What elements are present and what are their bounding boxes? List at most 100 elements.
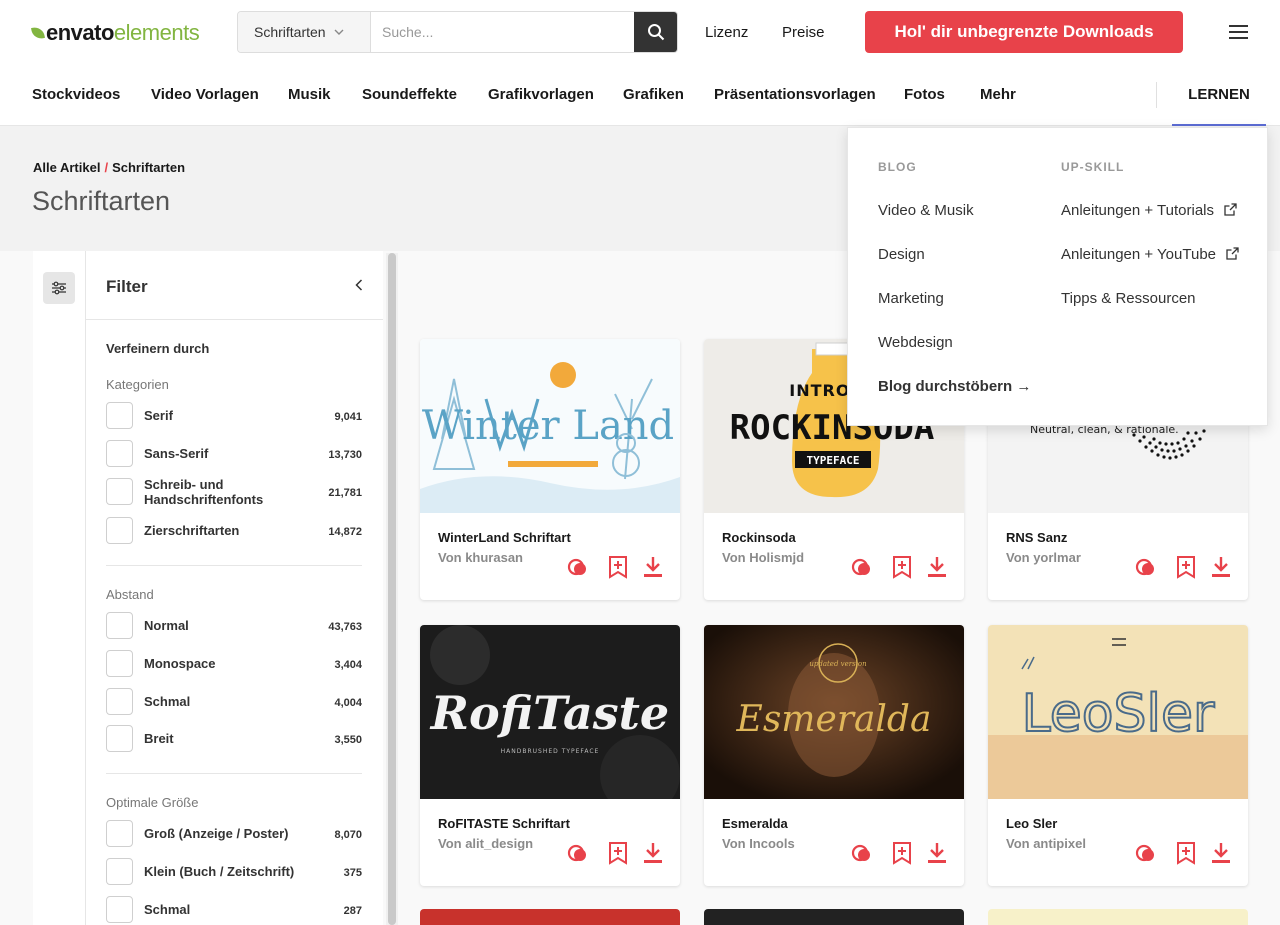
menu-item-marketing[interactable]: Marketing xyxy=(878,290,944,307)
card-author[interactable]: Von alit_design xyxy=(438,836,533,851)
search-category-select[interactable]: Schriftarten xyxy=(238,12,371,52)
unlimited-downloads-button[interactable]: Hol' dir unbegrenzte Downloads xyxy=(865,11,1183,53)
menu-icon[interactable] xyxy=(1229,25,1248,39)
nav-item-soundeffekte[interactable]: Soundeffekte xyxy=(362,86,457,103)
bookmark-add-icon[interactable] xyxy=(1174,841,1198,865)
card-title[interactable]: Rockinsoda xyxy=(722,530,796,545)
nav-item-grafikvorlagen[interactable]: Grafikvorlagen xyxy=(488,86,594,103)
item-card-leo-sler[interactable]: LeoSler Leo Sler Von antipixel xyxy=(988,625,1248,886)
envato-elements-logo[interactable]: envato elements xyxy=(31,20,200,46)
scrollbar-thumb[interactable] xyxy=(388,253,396,925)
card-author[interactable]: Von yorlmar xyxy=(1006,550,1081,565)
checkbox[interactable] xyxy=(106,478,133,505)
card-thumbnail[interactable]: RofiTaste HANDBRUSHED TYPEFACE xyxy=(420,625,680,799)
bookmark-add-icon[interactable] xyxy=(890,841,914,865)
filter-option-serif[interactable]: Serif 9,041 xyxy=(106,402,362,430)
download-icon[interactable] xyxy=(925,555,949,579)
bookmark-add-icon[interactable] xyxy=(1174,555,1198,579)
filter-option-sans-serif[interactable]: Sans-Serif 13,730 xyxy=(106,440,362,468)
filter-option-narrow-size[interactable]: Schmal 287 xyxy=(106,896,362,924)
similar-icon[interactable] xyxy=(566,841,590,865)
bookmark-add-icon[interactable] xyxy=(890,555,914,579)
breadcrumb-root-link[interactable]: Alle Artikel xyxy=(33,160,100,175)
nav-item-mehr[interactable]: Mehr xyxy=(980,86,1016,103)
card-title[interactable]: RNS Sanz xyxy=(1006,530,1067,545)
pricing-link[interactable]: Preise xyxy=(782,24,825,41)
item-card-partial[interactable] xyxy=(704,909,964,925)
similar-icon[interactable] xyxy=(850,555,874,579)
download-icon[interactable] xyxy=(641,555,665,579)
card-author[interactable]: Von antipixel xyxy=(1006,836,1086,851)
card-title[interactable]: RoFITASTE Schriftart xyxy=(438,816,570,831)
similar-icon[interactable] xyxy=(566,555,590,579)
checkbox[interactable] xyxy=(106,820,133,847)
item-card-winterland[interactable]: Winter Land WinterLand Schriftart Von kh… xyxy=(420,339,680,600)
filter-option-large[interactable]: Groß (Anzeige / Poster) 8,070 xyxy=(106,820,362,848)
checkbox[interactable] xyxy=(106,440,133,467)
item-card-partial[interactable] xyxy=(420,909,680,925)
filter-option-monospace[interactable]: Monospace 3,404 xyxy=(106,650,362,678)
nav-item-fotos[interactable]: Fotos xyxy=(904,86,945,103)
breadcrumb-current[interactable]: Schriftarten xyxy=(112,160,185,175)
item-card-esmeralda[interactable]: updated version Esmeralda Esmeralda Von … xyxy=(704,625,964,886)
menu-item-tips-resources[interactable]: Tipps & Ressourcen xyxy=(1061,290,1196,307)
checkbox[interactable] xyxy=(106,650,133,677)
download-icon[interactable] xyxy=(925,841,949,865)
similar-icon[interactable] xyxy=(1134,555,1158,579)
menu-item-webdesign[interactable]: Webdesign xyxy=(878,334,953,351)
checkbox[interactable] xyxy=(106,402,133,429)
nav-item-stockvideos[interactable]: Stockvideos xyxy=(32,86,120,103)
category-nav: Stockvideos Video Vorlagen Musik Soundef… xyxy=(0,64,1280,126)
card-author[interactable]: Von Incools xyxy=(722,836,795,851)
search-input[interactable] xyxy=(371,12,634,52)
similar-icon[interactable] xyxy=(1134,841,1158,865)
filter-option-wide[interactable]: Breit 3,550 xyxy=(106,725,362,753)
similar-icon[interactable] xyxy=(850,841,874,865)
item-card-rofitaste[interactable]: RofiTaste HANDBRUSHED TYPEFACE RoFITASTE… xyxy=(420,625,680,886)
filter-option-decorative[interactable]: Zierschriftarten 14,872 xyxy=(106,517,362,545)
card-title[interactable]: Esmeralda xyxy=(722,816,788,831)
card-thumbnail[interactable]: LeoSler xyxy=(988,625,1248,799)
filter-option-handwriting[interactable]: Schreib- und Handschriftenfonts 21,781 xyxy=(106,477,362,507)
checkbox[interactable] xyxy=(106,725,133,752)
card-author[interactable]: Von khurasan xyxy=(438,550,523,565)
filter-toggle-button[interactable] xyxy=(43,272,75,304)
filter-option-normal[interactable]: Normal 43,763 xyxy=(106,612,362,640)
filter-scrollbar[interactable] xyxy=(386,253,398,925)
filter-option-narrow[interactable]: Schmal 4,004 xyxy=(106,688,362,716)
download-icon[interactable] xyxy=(1209,841,1233,865)
menu-item-youtube[interactable]: Anleitungen + YouTube xyxy=(1061,246,1239,263)
menu-item-browse-blog[interactable]: Blog durchstöbern → xyxy=(878,378,1031,395)
nav-item-praesentationsvorlagen[interactable]: Präsentationsvorlagen xyxy=(714,86,876,103)
card-thumbnail[interactable]: updated version Esmeralda xyxy=(704,625,964,799)
license-link[interactable]: Lizenz xyxy=(705,24,748,41)
bookmark-add-icon[interactable] xyxy=(606,841,630,865)
card-thumbnail[interactable]: Winter Land xyxy=(420,339,680,513)
download-icon[interactable] xyxy=(1209,555,1233,579)
chevron-down-icon xyxy=(334,26,344,38)
filter-option-small[interactable]: Klein (Buch / Zeitschrift) 375 xyxy=(106,858,362,886)
nav-item-lernen[interactable]: LERNEN xyxy=(1172,64,1266,126)
thumbnail-art-text: RofiTaste xyxy=(429,686,669,740)
menu-item-video-musik[interactable]: Video & Musik xyxy=(878,202,974,219)
nav-item-grafiken[interactable]: Grafiken xyxy=(623,86,684,103)
checkbox[interactable] xyxy=(106,896,133,923)
card-title[interactable]: WinterLand Schriftart xyxy=(438,530,571,545)
bookmark-add-icon[interactable] xyxy=(606,555,630,579)
checkbox[interactable] xyxy=(106,858,133,885)
nav-item-video-vorlagen[interactable]: Video Vorlagen xyxy=(151,86,259,103)
checkbox[interactable] xyxy=(106,612,133,639)
menu-item-design[interactable]: Design xyxy=(878,246,925,263)
thumbnail-art-text: Winter Land xyxy=(422,403,674,449)
checkbox[interactable] xyxy=(106,688,133,715)
download-icon[interactable] xyxy=(641,841,665,865)
menu-item-tutorials[interactable]: Anleitungen + Tutorials xyxy=(1061,202,1237,219)
checkbox[interactable] xyxy=(106,517,133,544)
collapse-filter-button[interactable] xyxy=(355,275,363,296)
nav-item-musik[interactable]: Musik xyxy=(288,86,331,103)
item-card-partial[interactable] xyxy=(988,909,1248,925)
card-author[interactable]: Von Holismjd xyxy=(722,550,804,565)
search-button[interactable] xyxy=(634,12,677,52)
nav-divider xyxy=(1156,82,1157,108)
card-title[interactable]: Leo Sler xyxy=(1006,816,1057,831)
